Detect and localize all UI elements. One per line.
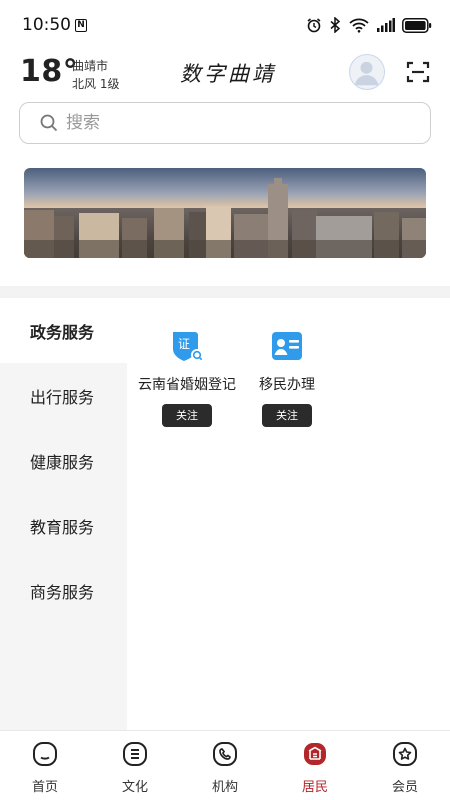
- bluetooth-icon: [330, 17, 341, 33]
- weather-temperature: 18°: [20, 54, 79, 89]
- search-bar[interactable]: [19, 102, 431, 144]
- header: 18° 曲靖市 北风 1级 数字曲靖: [0, 52, 450, 96]
- wifi-icon: [349, 18, 369, 33]
- status-icons: [306, 17, 432, 33]
- tab-home[interactable]: 首页: [0, 731, 90, 800]
- battery-icon: [402, 17, 432, 33]
- svg-text:证: 证: [178, 337, 190, 351]
- status-bar: 10:50 N: [0, 0, 450, 50]
- resident-icon: [304, 743, 326, 765]
- status-time: 10:50 N: [22, 15, 87, 35]
- alarm-icon: [307, 18, 321, 33]
- tab-label: 文化: [121, 780, 148, 795]
- search-icon: [40, 114, 58, 132]
- service-item-marriage[interactable]: 证 云南省婚姻登记 关注: [137, 328, 237, 427]
- app-title: 数字曲靖: [180, 62, 276, 86]
- nfc-icon: N: [75, 18, 87, 32]
- phone-icon: [213, 742, 237, 766]
- certificate-icon: 证: [173, 332, 203, 361]
- sidebar-item-travel[interactable]: 出行服务: [0, 363, 127, 428]
- sidebar-item-education[interactable]: 教育服务: [0, 493, 127, 558]
- service-item-immigration[interactable]: 移民办理 关注: [237, 328, 337, 427]
- tab-label: 机构: [211, 780, 238, 795]
- sidebar-item-government[interactable]: 政务服务: [0, 298, 127, 363]
- tab-label: 居民: [301, 780, 328, 795]
- follow-button[interactable]: 关注: [162, 404, 212, 427]
- service-grid: 证 云南省婚姻登记 关注 移民办理 关注: [127, 298, 450, 730]
- tab-resident[interactable]: 居民: [270, 731, 360, 800]
- clock-text: 10:50: [22, 15, 71, 35]
- service-name: 云南省婚姻登记: [138, 377, 236, 393]
- category-sidebar: 政务服务 出行服务 健康服务 教育服务 商务服务: [0, 298, 127, 730]
- home-icon: [33, 742, 57, 766]
- city-skyline-banner[interactable]: [24, 168, 426, 258]
- tab-label: 首页: [31, 780, 58, 795]
- tab-label: 会员: [391, 780, 418, 795]
- section-divider: [0, 286, 450, 298]
- id-card-icon: [272, 332, 302, 360]
- bottom-tabbar: 首页 文化 机构 居民 会员: [0, 730, 450, 800]
- member-icon: [393, 742, 417, 766]
- signal-icon: [377, 18, 395, 32]
- weather-wind: 北风 1级: [72, 77, 120, 91]
- scan-icon[interactable]: [406, 60, 430, 84]
- tab-member[interactable]: 会员: [360, 731, 450, 800]
- service-name: 移民办理: [259, 377, 315, 393]
- culture-icon: [123, 742, 147, 766]
- tab-culture[interactable]: 文化: [90, 731, 180, 800]
- follow-button[interactable]: 关注: [262, 404, 312, 427]
- search-input[interactable]: [66, 113, 366, 133]
- sidebar-item-health[interactable]: 健康服务: [0, 428, 127, 493]
- tab-institution[interactable]: 机构: [180, 731, 270, 800]
- user-avatar-icon[interactable]: [349, 54, 385, 90]
- weather-city[interactable]: 曲靖市: [72, 57, 108, 74]
- sidebar-item-business[interactable]: 商务服务: [0, 558, 127, 623]
